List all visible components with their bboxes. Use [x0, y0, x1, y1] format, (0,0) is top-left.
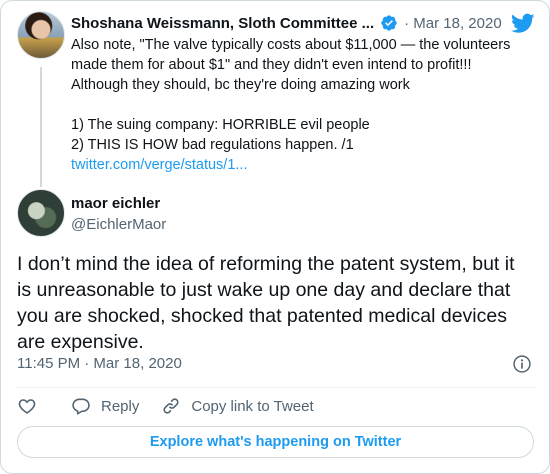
tweet-embed-card: Shoshana Weissmann, Sloth Committee ... …: [0, 0, 550, 474]
parent-tweet-header: Shoshana Weissmann, Sloth Committee ... …: [71, 11, 537, 35]
parent-text-line: Also note, "The valve typically costs ab…: [71, 37, 511, 53]
tweet-actions-bar: Reply Copy link to Tweet: [17, 395, 336, 417]
explore-twitter-button[interactable]: Explore what's happening on Twitter: [17, 426, 534, 458]
reply-button-label: Reply: [101, 397, 140, 415]
thread-connector-line: [40, 67, 42, 187]
parent-text-line: 2) THIS IS HOW bad regulations happen. /…: [71, 137, 354, 153]
parent-tweet-date[interactable]: · Mar 18, 2020: [404, 15, 502, 32]
actions-divider: [17, 387, 535, 388]
link-icon: [163, 398, 179, 414]
reply-text-line: you are shocked, shocked that patented m…: [17, 305, 507, 327]
reply-author-avatar[interactable]: [17, 189, 65, 237]
parent-tweet-body: Shoshana Weissmann, Sloth Committee ... …: [71, 11, 537, 175]
reply-button[interactable]: Reply: [71, 396, 139, 416]
parent-text-line: 1) The suing company: HORRIBLE evil peop…: [71, 117, 370, 133]
verified-badge-icon: [381, 15, 397, 31]
parent-text-blank-line: [71, 95, 537, 115]
parent-text-line: Although they should, bc they're doing a…: [71, 77, 410, 93]
copy-link-button[interactable]: Copy link to Tweet: [161, 396, 314, 416]
reply-text-line: is unreasonable to just wake up one day …: [17, 279, 511, 301]
info-icon[interactable]: [512, 354, 532, 374]
reply-author-handle[interactable]: @EichlerMaor: [71, 216, 166, 233]
like-button[interactable]: [17, 396, 37, 416]
reply-text-line: are expensive.: [17, 331, 144, 353]
twitter-bird-icon[interactable]: [511, 11, 535, 35]
reply-text-line: I don’t mind the idea of reforming the p…: [17, 253, 515, 275]
parent-author-avatar[interactable]: [17, 11, 65, 59]
parent-author-name[interactable]: Shoshana Weissmann, Sloth Committee ...: [71, 15, 374, 32]
heart-icon: [18, 399, 36, 414]
parent-tweet-text: Also note, "The valve typically costs ab…: [71, 35, 537, 175]
parent-text-line: made them for about $1" and they didn't …: [71, 57, 472, 73]
parent-tweet-link[interactable]: twitter.com/verge/status/1...: [71, 155, 537, 175]
reply-bubble-icon: [72, 398, 90, 415]
copy-link-label: Copy link to Tweet: [191, 397, 314, 415]
reply-timestamp[interactable]: 11:45 PM · Mar 18, 2020: [17, 355, 182, 372]
reply-tweet-text: I don’t mind the idea of reforming the p…: [17, 251, 537, 355]
reply-author-name[interactable]: maor eichler: [71, 195, 160, 212]
